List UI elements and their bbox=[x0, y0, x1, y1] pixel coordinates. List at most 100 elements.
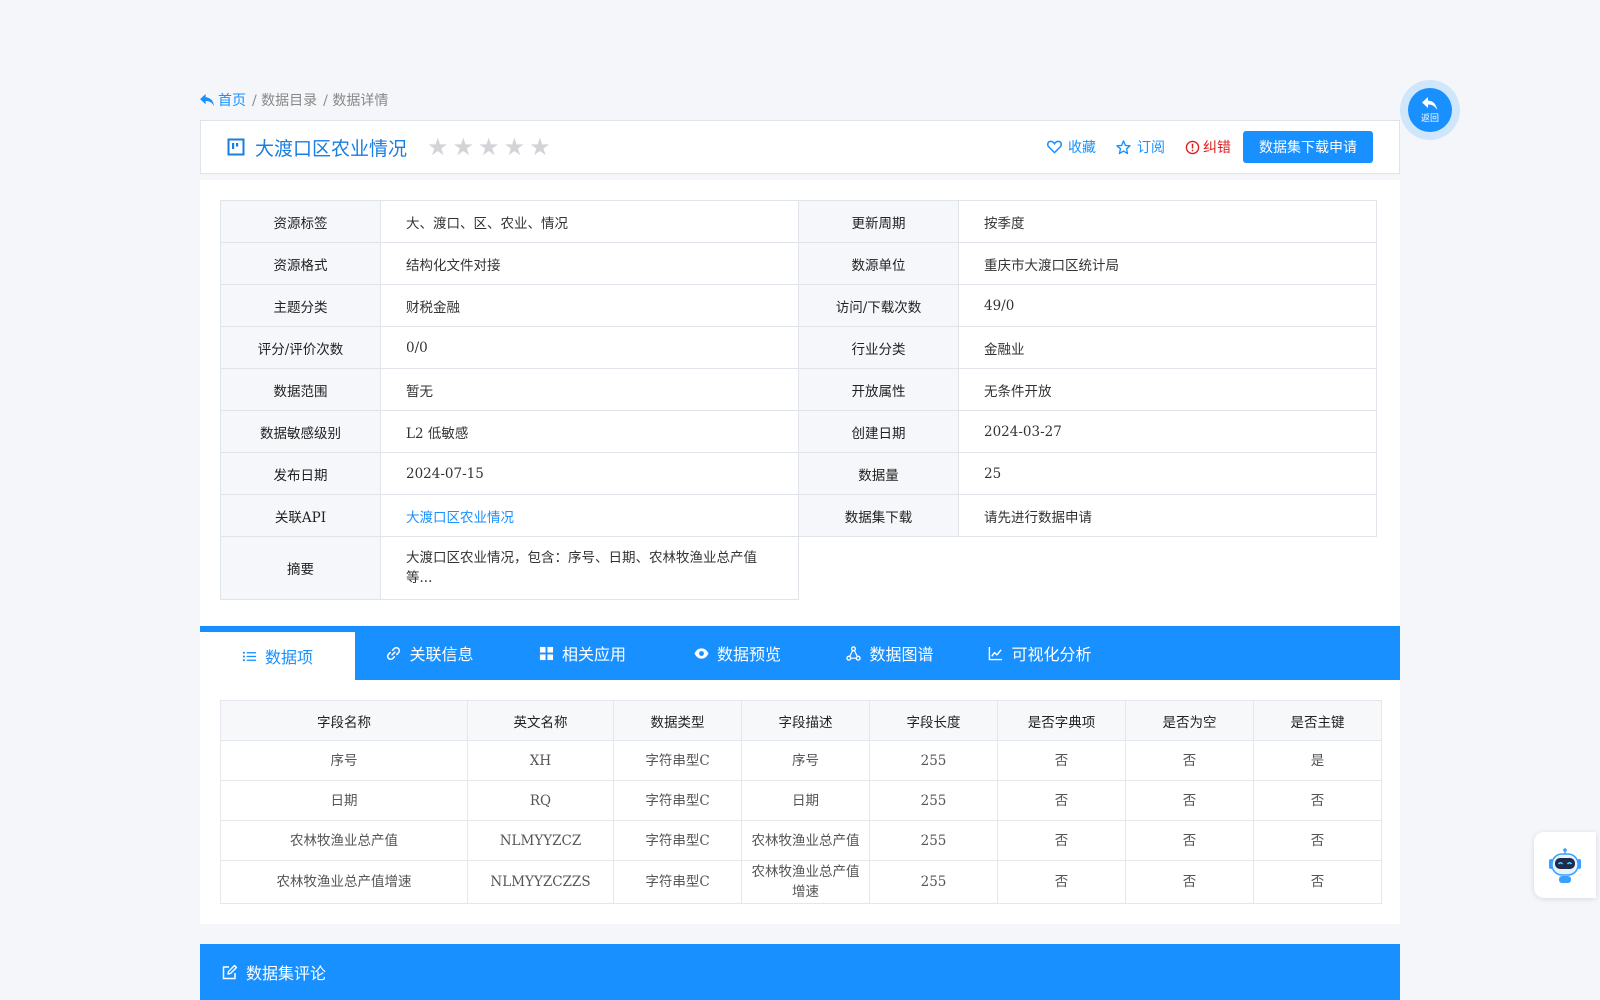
tab-related-apps[interactable]: 相关应用 bbox=[505, 626, 660, 680]
breadcrumb-detail: / 数据详情 bbox=[323, 93, 389, 109]
table-row: 日期 RQ 字符串型C 日期 255 否 否 否 bbox=[220, 780, 1382, 821]
header-actions: 收藏 订阅 纠错 数据集下载申请 bbox=[1047, 131, 1373, 163]
table-cell: 否 bbox=[997, 860, 1126, 904]
info-key: 创建日期 bbox=[798, 410, 959, 453]
table-cell: 否 bbox=[997, 780, 1126, 821]
tab-data-preview[interactable]: 数据预览 bbox=[660, 626, 815, 680]
tab-label: 可视化分析 bbox=[1011, 645, 1092, 664]
rating-stars[interactable]: ★ ★ ★ ★ ★ bbox=[427, 135, 551, 159]
table-cell: 字符串型C bbox=[613, 780, 742, 821]
data-items-table: 字段名称 英文名称 数据类型 字段描述 字段长度 是否字典项 是否为空 是否主键… bbox=[220, 700, 1382, 904]
info-key: 行业分类 bbox=[798, 326, 959, 369]
table-cell: 否 bbox=[997, 740, 1126, 781]
detail-tabs: 数据项 关联信息 相关应用 数据预览 数据图谱 可视化分析 bbox=[200, 626, 1400, 680]
download-apply-button[interactable]: 数据集下载申请 bbox=[1243, 131, 1373, 163]
table-cell: 否 bbox=[1253, 860, 1382, 904]
subscribe-button[interactable]: 订阅 bbox=[1116, 137, 1165, 157]
table-cell: 否 bbox=[1125, 740, 1254, 781]
table-row: 关联API 大渡口区农业情况 数据集下载 请先进行数据申请 bbox=[220, 494, 1377, 537]
table-cell: 字符串型C bbox=[613, 740, 742, 781]
table-cell: 序号 bbox=[741, 740, 870, 781]
table-cell: 否 bbox=[1253, 820, 1382, 861]
breadcrumb: 首页 / 数据目录 / 数据详情 bbox=[200, 90, 388, 110]
heart-icon bbox=[1047, 140, 1062, 154]
link-icon bbox=[387, 646, 401, 660]
column-header: 字段名称 bbox=[220, 700, 468, 741]
info-value: 0/0 bbox=[380, 326, 799, 369]
table-cell: 否 bbox=[1253, 780, 1382, 821]
star-icon[interactable]: ★ bbox=[529, 135, 551, 159]
star-icon[interactable]: ★ bbox=[478, 135, 500, 159]
star-icon[interactable]: ★ bbox=[504, 135, 526, 159]
data-items-panel: 字段名称 英文名称 数据类型 字段描述 字段长度 是否字典项 是否为空 是否主键… bbox=[200, 680, 1400, 924]
info-key: 发布日期 bbox=[220, 452, 381, 495]
info-key: 主题分类 bbox=[220, 284, 381, 327]
info-key: 访问/下载次数 bbox=[798, 284, 959, 327]
table-cell: 农林牧渔业总产值增速 bbox=[741, 860, 870, 904]
tab-related-info[interactable]: 关联信息 bbox=[355, 626, 505, 680]
info-key: 数据敏感级别 bbox=[220, 410, 381, 453]
info-key: 资源格式 bbox=[220, 242, 381, 285]
tab-data-items[interactable]: 数据项 bbox=[200, 626, 355, 680]
tab-visual-analysis[interactable]: 可视化分析 bbox=[965, 626, 1115, 680]
back-button-inner: 返回 bbox=[1408, 88, 1452, 132]
table-cell: XH bbox=[467, 740, 614, 781]
ai-assistant-button[interactable] bbox=[1534, 832, 1596, 898]
table-row: 主题分类 财税金融 访问/下载次数 49/0 bbox=[220, 284, 1377, 327]
table-row: 农林牧渔业总产值增速 NLMYYZCZZS 字符串型C 农林牧渔业总产值增速 2… bbox=[220, 860, 1382, 904]
info-key: 摘要 bbox=[220, 536, 381, 600]
star-icon[interactable]: ★ bbox=[453, 135, 475, 159]
tab-data-graph[interactable]: 数据图谱 bbox=[815, 626, 965, 680]
line-chart-icon bbox=[989, 646, 1003, 660]
table-cell: 序号 bbox=[220, 740, 468, 781]
table-cell: 255 bbox=[869, 740, 998, 781]
info-value: 按季度 bbox=[958, 200, 1377, 243]
favorite-button[interactable]: 收藏 bbox=[1047, 137, 1096, 157]
table-row: 摘要 大渡口区农业情况，包含：序号、日期、农林牧渔业总产值等... bbox=[220, 536, 1377, 600]
tab-label: 关联信息 bbox=[409, 645, 474, 664]
table-cell: 日期 bbox=[220, 780, 468, 821]
table-row: 资源标签 大、渡口、区、农业、情况 更新周期 按季度 bbox=[220, 200, 1377, 243]
list-icon bbox=[242, 651, 257, 661]
table-cell: 255 bbox=[869, 860, 998, 904]
subscribe-label: 订阅 bbox=[1137, 140, 1165, 156]
star-icon[interactable]: ★ bbox=[427, 135, 449, 159]
column-header: 是否字典项 bbox=[997, 700, 1126, 741]
table-cell: 否 bbox=[1125, 780, 1254, 821]
table-cell: 农林牧渔业总产值 bbox=[220, 820, 468, 861]
table-cell: 255 bbox=[869, 780, 998, 821]
tab-label: 数据项 bbox=[264, 648, 313, 667]
info-key: 关联API bbox=[220, 494, 381, 537]
table-row: 发布日期 2024-07-15 数据量 25 bbox=[220, 452, 1377, 495]
star-outline-icon bbox=[1116, 139, 1131, 154]
table-row: 序号 XH 字符串型C 序号 255 否 否 是 bbox=[220, 740, 1382, 781]
table-cell: 字符串型C bbox=[613, 820, 742, 861]
table-cell: 是 bbox=[1253, 740, 1382, 781]
table-cell: 否 bbox=[997, 820, 1126, 861]
table-cell: RQ bbox=[467, 780, 614, 821]
tab-label: 数据图谱 bbox=[869, 645, 934, 664]
info-value: 暂无 bbox=[380, 368, 799, 411]
column-header: 字段长度 bbox=[869, 700, 998, 741]
info-value: 2024-03-27 bbox=[958, 410, 1377, 453]
summary-value: 大渡口区农业情况，包含：序号、日期、农林牧渔业总产值等... bbox=[380, 536, 799, 600]
table-cell: 日期 bbox=[741, 780, 870, 821]
comments-title: 数据集评论 bbox=[246, 964, 327, 983]
report-error-button[interactable]: 纠错 bbox=[1185, 137, 1231, 157]
breadcrumb-home-link[interactable]: 首页 bbox=[200, 90, 246, 110]
reply-arrow-icon bbox=[200, 93, 214, 106]
column-header: 是否为空 bbox=[1125, 700, 1254, 741]
dataset-header: 大渡口区农业情况 ★ ★ ★ ★ ★ 收藏 订阅 纠错 数据集下载申请 bbox=[200, 120, 1400, 174]
back-button-label: 返回 bbox=[1420, 113, 1439, 124]
table-cell: 255 bbox=[869, 820, 998, 861]
info-key: 数据量 bbox=[798, 452, 959, 495]
back-button[interactable]: 返回 bbox=[1400, 80, 1460, 140]
column-header: 是否主键 bbox=[1253, 700, 1382, 741]
info-key: 更新周期 bbox=[798, 200, 959, 243]
table-row: 评分/评价次数 0/0 行业分类 金融业 bbox=[220, 326, 1377, 369]
related-api-link[interactable]: 大渡口区农业情况 bbox=[380, 494, 799, 537]
breadcrumb-catalog[interactable]: / 数据目录 bbox=[252, 90, 317, 110]
grid-icon bbox=[539, 646, 554, 660]
info-value: 财税金融 bbox=[380, 284, 799, 327]
table-cell: 字符串型C bbox=[613, 860, 742, 904]
